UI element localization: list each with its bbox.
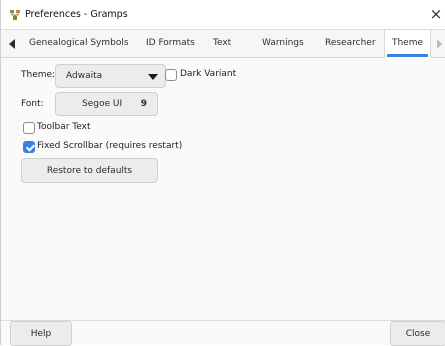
- fixed-scrollbar-checkbox[interactable]: [23, 141, 35, 153]
- theme-page: Theme: Adwaita Dark Variant Font: Segoe …: [9, 58, 445, 338]
- toolbar-text-label: Toolbar Text: [37, 122, 91, 132]
- font-name: Segoe UI: [82, 99, 123, 109]
- theme-label: Theme:: [21, 70, 56, 80]
- restore-defaults-label: Restore to defaults: [46, 166, 133, 176]
- preferences-window: Preferences - Gramps × Genealogical Symb…: [0, 0, 445, 346]
- font-label: Font:: [21, 99, 44, 109]
- tab-genealogical-symbols[interactable]: Genealogical Symbols: [29, 30, 129, 57]
- tab-id-formats[interactable]: ID Formats: [146, 30, 195, 57]
- help-button[interactable]: Help: [10, 321, 72, 346]
- scroll-right-icon[interactable]: [437, 39, 442, 49]
- dropdown-arrow-icon: [148, 74, 158, 80]
- app-icon: [10, 10, 20, 20]
- tab-text[interactable]: Text: [213, 30, 231, 57]
- font-button[interactable]: Segoe UI 9: [55, 92, 158, 116]
- theme-combo[interactable]: Adwaita: [55, 64, 166, 88]
- close-button-label: Close: [405, 329, 431, 339]
- active-tab-indicator: [387, 54, 428, 57]
- fixed-scrollbar-label: Fixed Scrollbar (requires restart): [37, 141, 183, 151]
- toolbar-text-checkbox[interactable]: [23, 122, 35, 134]
- font-size: 9: [140, 99, 147, 109]
- dialog-footer: Help Close: [1, 320, 445, 346]
- close-icon[interactable]: ×: [429, 6, 443, 22]
- help-button-label: Help: [30, 329, 52, 339]
- restore-defaults-button[interactable]: Restore to defaults: [21, 158, 158, 183]
- tab-researcher[interactable]: Researcher: [325, 30, 376, 57]
- theme-combo-value: Adwaita: [66, 71, 103, 81]
- close-button[interactable]: Close: [390, 321, 445, 346]
- tab-theme-label: Theme: [391, 38, 424, 48]
- tab-warnings[interactable]: Warnings: [262, 30, 304, 57]
- tab-bar: Genealogical Symbols ID Formats Text War…: [1, 30, 445, 58]
- scroll-left-icon[interactable]: [9, 39, 15, 49]
- tab-theme[interactable]: Theme: [384, 30, 431, 58]
- window-title: Preferences - Gramps: [25, 9, 128, 20]
- dark-variant-label: Dark Variant: [180, 69, 237, 79]
- title-bar: Preferences - Gramps ×: [1, 0, 445, 30]
- dark-variant-checkbox[interactable]: [165, 69, 177, 81]
